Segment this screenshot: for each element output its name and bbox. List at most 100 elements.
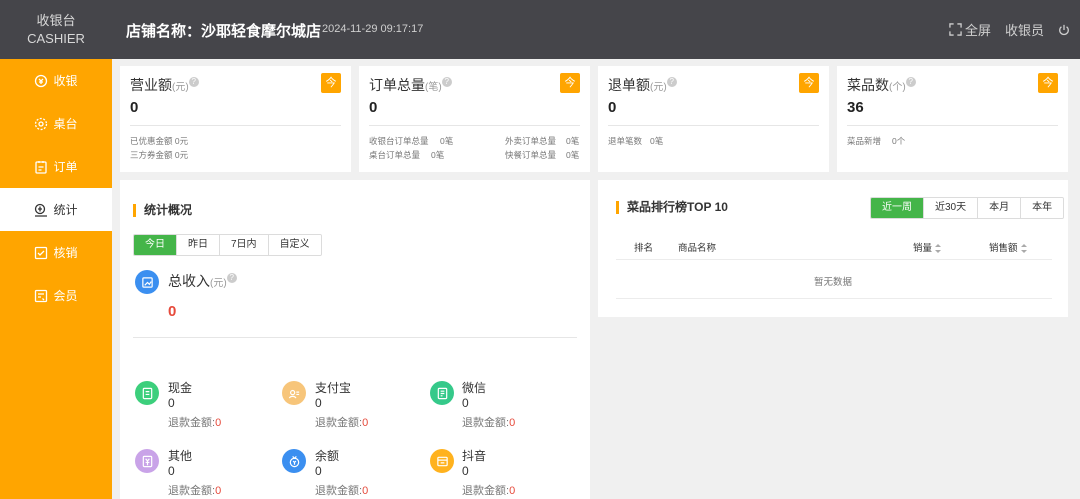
sidebar-item-label: 桌台 bbox=[53, 117, 78, 131]
sidebar-item-label: 核销 bbox=[53, 246, 78, 260]
tab-today[interactable]: 今日 bbox=[134, 235, 177, 255]
sort-icon[interactable] bbox=[935, 243, 942, 253]
sidebar-item-verify[interactable]: 核销 bbox=[0, 231, 112, 274]
store-name: 店铺名称：沙耶轻食摩尔城店 bbox=[126, 23, 322, 40]
refund-label: 退款金额: bbox=[315, 485, 363, 497]
col-sales-amount[interactable]: 销售额 bbox=[989, 240, 1027, 254]
sidebar-item-cashier[interactable]: 收银 bbox=[0, 59, 112, 102]
sidebar-item-member[interactable]: 会员 bbox=[0, 274, 112, 317]
alipay-label: 支付宝 bbox=[315, 381, 352, 395]
refund-label: 退款金额: bbox=[462, 417, 510, 429]
alipay-icon bbox=[288, 389, 299, 398]
help-icon[interactable]: ? bbox=[666, 77, 677, 87]
dishes-title: 菜品数 bbox=[847, 77, 889, 93]
refund-label: 退款金额: bbox=[168, 485, 216, 497]
sidebar-item-label: 订单 bbox=[53, 160, 78, 174]
other-icon bbox=[142, 455, 152, 467]
overview-tabs: 今日 昨日 7日内 自定义 bbox=[133, 234, 322, 256]
revenue-unit: (元) bbox=[172, 82, 189, 93]
today-badge: 今 bbox=[799, 73, 819, 93]
tab-month[interactable]: 本月 bbox=[978, 198, 1022, 218]
col-product-name: 商品名称 bbox=[678, 243, 717, 254]
help-icon[interactable]: ? bbox=[905, 77, 916, 87]
divider bbox=[616, 259, 1052, 260]
new-dishes-value: 0个 bbox=[892, 136, 906, 146]
brand-title: 收银台 bbox=[36, 12, 76, 28]
dishes-card: 菜品数(个)? 今 36 菜品新增 0个 bbox=[837, 66, 1068, 172]
table-order-value: 0笔 bbox=[431, 150, 445, 160]
fullscreen-icon bbox=[949, 23, 962, 36]
ranking-title: 菜品排行榜TOP 10 bbox=[616, 201, 728, 214]
income-value: 0 bbox=[168, 303, 177, 320]
wechat-badge bbox=[430, 381, 454, 405]
overview-panel: 统计概况 今日 昨日 7日内 自定义 总收入(元)? 0 现金 0 退款金额:0… bbox=[120, 180, 590, 499]
col-rank: 排名 bbox=[634, 243, 654, 254]
alipay-value: 0 bbox=[315, 396, 322, 410]
tab-custom[interactable]: 自定义 bbox=[268, 235, 321, 255]
cashier-icon bbox=[35, 74, 48, 87]
ranking-tabs: 近一周 近30天 本月 本年 bbox=[870, 197, 1065, 219]
orders-title: 订单总量 bbox=[369, 77, 425, 93]
divider bbox=[616, 298, 1052, 299]
table-icon bbox=[35, 117, 48, 130]
takeout-order-label: 外卖订单总量 bbox=[505, 136, 557, 146]
income-icon bbox=[141, 276, 153, 288]
sidebar: 收银 桌台 订单 统计 核销 会员 bbox=[0, 59, 112, 499]
takeout-order-value: 0笔 bbox=[566, 136, 580, 146]
other-badge bbox=[135, 449, 159, 473]
divider bbox=[133, 337, 577, 338]
revenue-value: 0 bbox=[130, 99, 139, 116]
refund-count-value: 0笔 bbox=[650, 136, 664, 146]
tab-yesterday[interactable]: 昨日 bbox=[177, 235, 220, 255]
douyin-icon bbox=[436, 456, 448, 466]
balance-refund: 0 bbox=[362, 485, 369, 497]
order-icon bbox=[35, 160, 48, 174]
fullscreen-button[interactable]: 全屏 bbox=[949, 20, 991, 39]
help-icon[interactable]: ? bbox=[226, 273, 237, 283]
tab-year[interactable]: 本年 bbox=[1021, 198, 1064, 218]
refund-value: 0 bbox=[608, 99, 617, 116]
sidebar-item-order[interactable]: 订单 bbox=[0, 145, 112, 188]
tab-week[interactable]: 近一周 bbox=[871, 198, 924, 218]
divider bbox=[608, 125, 819, 126]
dishes-value: 36 bbox=[847, 99, 864, 116]
cash-value: 0 bbox=[168, 396, 175, 410]
cash-label: 现金 bbox=[168, 381, 193, 395]
help-icon[interactable]: ? bbox=[188, 77, 199, 87]
logout-button[interactable] bbox=[1058, 24, 1070, 36]
revenue-card: 营业额(元)? 今 0 已优惠金额 0元 三方券金额 0元 bbox=[120, 66, 351, 172]
refund-label: 退款金额: bbox=[168, 417, 216, 429]
balance-badge bbox=[282, 449, 306, 473]
sort-icon[interactable] bbox=[1020, 243, 1027, 253]
fastfood-order-value: 0笔 bbox=[566, 150, 580, 160]
today-badge: 今 bbox=[560, 73, 580, 93]
ranking-panel: 菜品排行榜TOP 10 近一周 近30天 本月 本年 排名 商品名称 销量 销售… bbox=[598, 180, 1068, 317]
divider bbox=[130, 125, 341, 126]
wechat-icon bbox=[437, 387, 447, 399]
refund-label: 退款金额: bbox=[315, 417, 363, 429]
tab-30days[interactable]: 近30天 bbox=[924, 198, 979, 218]
sidebar-item-table[interactable]: 桌台 bbox=[0, 102, 112, 145]
help-icon[interactable]: ? bbox=[441, 77, 452, 87]
fullscreen-label: 全屏 bbox=[964, 23, 991, 38]
revenue-title: 营业额 bbox=[130, 77, 172, 93]
col-sales-qty[interactable]: 销量 bbox=[913, 240, 942, 254]
douyin-value: 0 bbox=[462, 464, 469, 478]
wechat-value: 0 bbox=[462, 396, 469, 410]
new-dishes-label: 菜品新增 bbox=[847, 136, 882, 146]
orders-value: 0 bbox=[369, 99, 378, 116]
brand-subtitle: CASHIER bbox=[27, 30, 85, 46]
brand-logo[interactable]: 收银台 CASHIER bbox=[0, 0, 112, 59]
refund-label: 退款金额: bbox=[462, 485, 510, 497]
balance-icon bbox=[289, 455, 299, 467]
sidebar-item-label: 会员 bbox=[53, 289, 78, 303]
income-title: 总收入 bbox=[168, 273, 210, 289]
dishes-unit: (个) bbox=[889, 82, 906, 93]
top-bar: 收银台 CASHIER 店铺名称：沙耶轻食摩尔城店 2024-11-29 09:… bbox=[0, 0, 1080, 59]
sidebar-item-statistics[interactable]: 统计 bbox=[0, 188, 112, 231]
discount-amount: 已优惠金额 0元 bbox=[130, 136, 189, 146]
other-label: 其他 bbox=[168, 449, 193, 463]
power-icon bbox=[1059, 24, 1069, 35]
tab-7days[interactable]: 7日内 bbox=[220, 235, 269, 255]
user-menu[interactable]: 收银员 bbox=[1005, 20, 1044, 39]
